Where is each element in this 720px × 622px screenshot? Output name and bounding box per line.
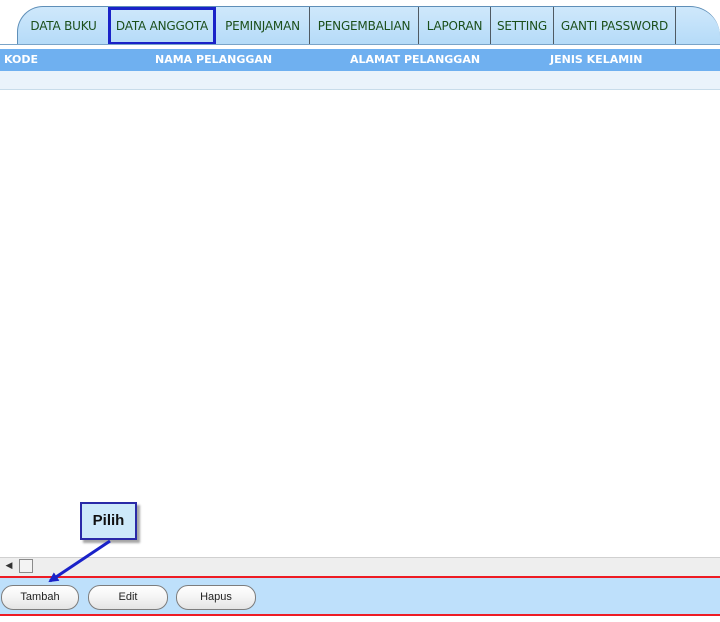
tab-laporan[interactable]: LAPORAN: [419, 7, 491, 44]
pilih-callout: Pilih: [80, 502, 137, 540]
horizontal-scrollbar[interactable]: ◀: [0, 557, 720, 576]
tab-pengembalian[interactable]: PENGEMBALIAN: [310, 7, 419, 44]
hapus-button[interactable]: Hapus: [176, 585, 256, 610]
edit-button[interactable]: Edit: [88, 585, 168, 610]
menu-tab-strip: DATA BUKU DATA ANGGOTA PEMINJAMAN PENGEM…: [17, 6, 720, 44]
tab-data-buku[interactable]: DATA BUKU: [18, 7, 110, 44]
tab-setting[interactable]: SETTING: [491, 7, 554, 44]
tab-data-anggota[interactable]: DATA ANGGOTA: [108, 7, 216, 44]
column-header-alamat-pelanggan[interactable]: ALAMAT PELANGGAN: [350, 49, 480, 71]
column-header-nama-pelanggan[interactable]: NAMA PELANGGAN: [155, 49, 272, 71]
scrollbar-thumb[interactable]: [19, 559, 33, 573]
column-header-jenis-kelamin[interactable]: JENIS KELAMIN: [550, 49, 642, 71]
member-data-grid[interactable]: KODE NAMA PELANGGAN ALAMAT PELANGGAN JEN…: [0, 44, 720, 576]
tambah-button[interactable]: Tambah: [1, 585, 79, 610]
grid-empty-row[interactable]: [0, 71, 720, 90]
menu-tab-bar: DATA BUKU DATA ANGGOTA PEMINJAMAN PENGEM…: [0, 0, 720, 44]
grid-header: KODE NAMA PELANGGAN ALAMAT PELANGGAN JEN…: [0, 49, 720, 71]
tab-ganti-password[interactable]: GANTI PASSWORD: [554, 7, 676, 44]
column-header-kode[interactable]: KODE: [4, 49, 38, 71]
action-toolbar: Tambah Edit Hapus: [0, 576, 720, 616]
triangle-left-icon[interactable]: ◀: [3, 560, 15, 572]
tab-peminjaman[interactable]: PEMINJAMAN: [216, 7, 310, 44]
